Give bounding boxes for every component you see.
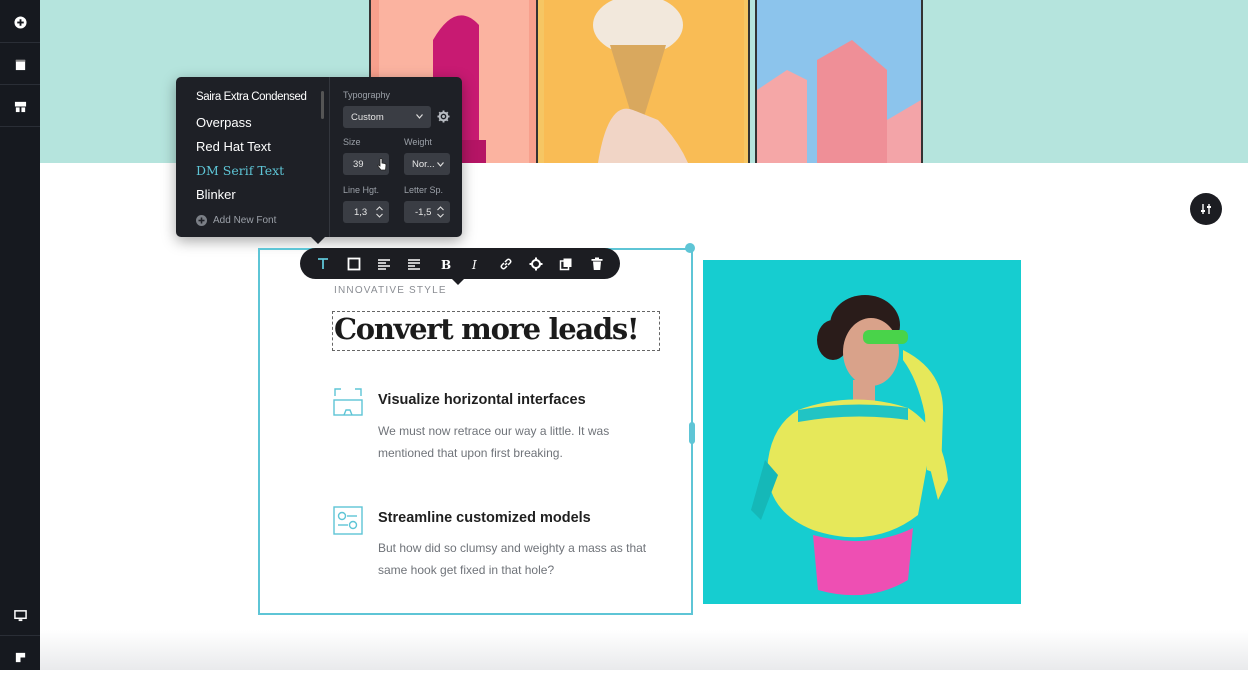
desktop-icon <box>13 609 27 621</box>
font-list-scrollbar[interactable] <box>321 91 324 119</box>
letter-spacing-label: Letter Sp. <box>404 185 444 195</box>
block-handle-top[interactable] <box>685 243 695 253</box>
left-sidebar <box>0 0 40 670</box>
line-height-value: 1,3 <box>354 206 368 218</box>
align-justify-icon <box>408 258 421 270</box>
size-value: 39 <box>353 158 364 170</box>
section-settings-button[interactable] <box>1190 193 1222 225</box>
italic-icon: I <box>471 258 477 271</box>
controls-panel-icon <box>333 506 363 535</box>
trash-icon <box>591 257 603 270</box>
kicker-text: INNOVATIVE STYLE <box>334 285 447 296</box>
page-icon <box>15 59 25 70</box>
letter-spacing-value: -1,5 <box>415 206 432 218</box>
line-height-stepper[interactable]: 1,3 <box>343 201 389 223</box>
cursor-pointer-icon <box>377 158 387 171</box>
font-option-overpass[interactable]: Overpass <box>196 115 252 130</box>
typography-value: Custom <box>351 111 384 123</box>
feature-title-1: Visualize horizontal interfaces <box>378 392 586 408</box>
size-label: Size <box>343 137 361 147</box>
link-icon <box>500 258 512 269</box>
border-box-icon <box>347 257 360 270</box>
font-option-saira[interactable]: Saira Extra Condensed <box>196 91 307 103</box>
link-button[interactable] <box>495 253 517 275</box>
chevron-down-icon <box>416 114 423 119</box>
letter-spacing-stepper[interactable]: -1,5 <box>404 201 450 223</box>
size-stepper[interactable]: 39 <box>343 153 389 175</box>
add-new-font-label: Add New Font <box>213 215 277 226</box>
delete-button[interactable] <box>586 253 608 275</box>
plus-circle-icon <box>13 15 27 29</box>
font-option-dm-serif-selected[interactable]: DM Serif Text <box>196 163 284 178</box>
svg-text:B: B <box>441 258 451 271</box>
weight-label: Weight <box>404 137 432 147</box>
text-type-button[interactable] <box>312 253 334 275</box>
svg-text:I: I <box>471 258 477 271</box>
font-option-blinker[interactable]: Blinker <box>196 187 236 202</box>
stepper-arrows-icon <box>437 206 444 218</box>
stepper-arrows-icon <box>376 206 383 218</box>
pages-button[interactable] <box>0 44 40 85</box>
align-justify-button[interactable] <box>403 253 425 275</box>
mobile-icon <box>15 652 26 663</box>
align-left-button[interactable] <box>373 253 395 275</box>
gear-icon[interactable] <box>437 110 450 123</box>
align-left-icon <box>377 258 390 270</box>
ice-cream-phone-image <box>536 0 750 163</box>
vr-glasses-icon <box>333 388 363 416</box>
plus-circle-icon <box>196 215 207 226</box>
mobile-view-button[interactable] <box>0 637 40 677</box>
feature-desc-1: We must now retrace our way a little. It… <box>378 424 610 460</box>
duplicate-button[interactable] <box>555 253 577 275</box>
element-toolbar: B I <box>300 248 620 279</box>
line-height-label: Line Hgt. <box>343 185 380 195</box>
panel-caret <box>311 237 325 244</box>
weight-value: Nor... <box>412 158 435 170</box>
block-resize-handle[interactable] <box>689 422 695 444</box>
typography-select[interactable]: Custom <box>343 106 431 128</box>
bottom-fade-bar <box>40 630 1248 670</box>
add-new-font-button[interactable]: Add New Font <box>196 215 276 226</box>
fashion-model-image <box>703 260 1021 604</box>
typography-panel: Saira Extra Condensed Overpass Red Hat T… <box>176 77 462 237</box>
duplicate-icon <box>560 258 572 270</box>
feature-title-2: Streamline customized models <box>378 510 591 526</box>
font-option-red-hat[interactable]: Red Hat Text <box>196 139 271 154</box>
add-element-button[interactable] <box>0 2 40 43</box>
text-type-icon <box>318 257 329 269</box>
feature-desc-2: But how did so clumsy and weighty a mass… <box>378 541 647 577</box>
typography-label: Typography <box>343 90 391 100</box>
layout-button[interactable] <box>0 86 40 127</box>
toolbar-caret <box>452 279 464 285</box>
panel-divider <box>329 77 330 237</box>
chevron-down-icon <box>437 162 444 167</box>
building-phone-image <box>755 0 923 163</box>
page-heading[interactable]: Convert more leads! <box>334 312 640 346</box>
italic-button[interactable]: I <box>464 253 486 275</box>
sliders-icon <box>1201 204 1211 214</box>
settings-button[interactable] <box>525 253 547 275</box>
layout-icon <box>14 101 26 112</box>
bold-icon: B <box>441 258 451 271</box>
border-button[interactable] <box>343 253 365 275</box>
desktop-view-button[interactable] <box>0 595 40 636</box>
bold-button[interactable]: B <box>434 253 456 275</box>
weight-select[interactable]: Nor... <box>404 153 450 175</box>
settings-gear-icon <box>529 257 543 270</box>
